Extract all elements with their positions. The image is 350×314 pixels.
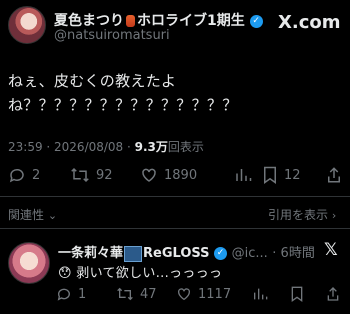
- bookmark-count: 12: [284, 167, 301, 183]
- view-quotes-link[interactable]: 引用を表示 ›: [268, 206, 336, 223]
- reply-verified-badge-icon: ✓: [214, 247, 228, 260]
- author-display-name: 夏色まつり: [54, 13, 124, 29]
- analytics-action[interactable]: [234, 166, 252, 184]
- heart-icon: [176, 286, 192, 302]
- bookmark-icon: [290, 286, 304, 302]
- post-text-line-1: ねぇ、皮むくの教えたよ: [8, 72, 177, 90]
- repost-icon: [70, 166, 90, 184]
- post-meta: 23:59 · 2026/08/08 · 9.3万回表示: [8, 138, 204, 155]
- sort-relevance[interactable]: 関連性 ⌄: [8, 206, 57, 223]
- reply-reply-action[interactable]: 1: [56, 286, 86, 302]
- like-action[interactable]: 1890: [140, 166, 197, 184]
- reply-text: 😯 剥いて欲しい...っっっっ: [58, 262, 222, 281]
- share-icon: [326, 166, 342, 184]
- post-views-label: 回表示: [167, 140, 204, 154]
- reply-avatar[interactable]: [8, 242, 50, 284]
- reply-count: 2: [32, 167, 41, 183]
- chevron-right-icon: ›: [331, 209, 337, 222]
- reply-like-action[interactable]: 1117: [176, 286, 231, 302]
- reply-author[interactable]: 一条莉々華 ReGLOSS ✓ @ic... · 6時間: [58, 242, 315, 262]
- reply-like-count: 1117: [198, 286, 232, 302]
- bookmark-icon: [262, 166, 278, 184]
- post-views-count: 9.3万: [134, 140, 168, 154]
- regloss-flag-icon: [124, 245, 143, 262]
- reply-repost-count: 47: [140, 286, 157, 302]
- author-handle[interactable]: @natsuiromatsuri: [54, 28, 170, 43]
- lantern-emoji-icon: [126, 15, 135, 27]
- repost-count: 92: [96, 167, 113, 183]
- author-name[interactable]: 夏色まつり ホロライブ1期生 ✓: [54, 10, 263, 30]
- reply-share-action[interactable]: [326, 286, 340, 302]
- reply-handle: @ic...: [231, 246, 268, 261]
- reply-bubble-icon: [8, 166, 26, 184]
- reply-bookmark-action[interactable]: [290, 286, 304, 302]
- reply-close-x-icon[interactable]: 𝕏: [324, 240, 338, 260]
- author-avatar[interactable]: [8, 6, 46, 44]
- x-brand-text: X.com: [278, 12, 341, 33]
- share-icon: [326, 286, 340, 302]
- reply-bubble-icon: [56, 286, 72, 302]
- repost-icon: [116, 286, 134, 302]
- bookmark-action[interactable]: 12: [262, 166, 301, 184]
- divider-top: [0, 196, 350, 197]
- divider-bottom: [0, 228, 350, 229]
- reply-repost-action[interactable]: 47: [116, 286, 157, 302]
- reply-author-group: ReGLOSS: [143, 246, 210, 261]
- x-brand-logo: X.com: [278, 12, 341, 33]
- author-name-suffix: ホロライブ1期生: [137, 13, 245, 29]
- post-text-line-2: ね？？？？？？？？？？？？？？: [8, 96, 238, 114]
- post-timestamp[interactable]: 23:59 · 2026/08/08 ·: [8, 140, 135, 154]
- reply-reply-count: 1: [78, 286, 87, 302]
- reply-analytics-action[interactable]: [252, 286, 268, 302]
- share-action[interactable]: [326, 166, 342, 184]
- like-count: 1890: [164, 167, 198, 183]
- reply-action[interactable]: 2: [8, 166, 40, 184]
- sort-relevance-label: 関連性: [8, 208, 45, 222]
- verified-badge-icon: ✓: [249, 14, 263, 28]
- chevron-down-icon: ⌄: [47, 209, 58, 222]
- reply-time: · 6時間: [272, 246, 315, 261]
- analytics-bars-icon: [252, 286, 268, 302]
- reply-author-name: 一条莉々華: [58, 246, 124, 261]
- reply-text-body: 剥いて欲しい...っっっっ: [76, 266, 223, 281]
- reply-emoji: 😯: [58, 266, 72, 281]
- repost-action[interactable]: 92: [70, 166, 113, 184]
- view-quotes-label: 引用を表示: [268, 208, 329, 222]
- analytics-bars-icon: [234, 166, 252, 184]
- heart-icon: [140, 166, 158, 184]
